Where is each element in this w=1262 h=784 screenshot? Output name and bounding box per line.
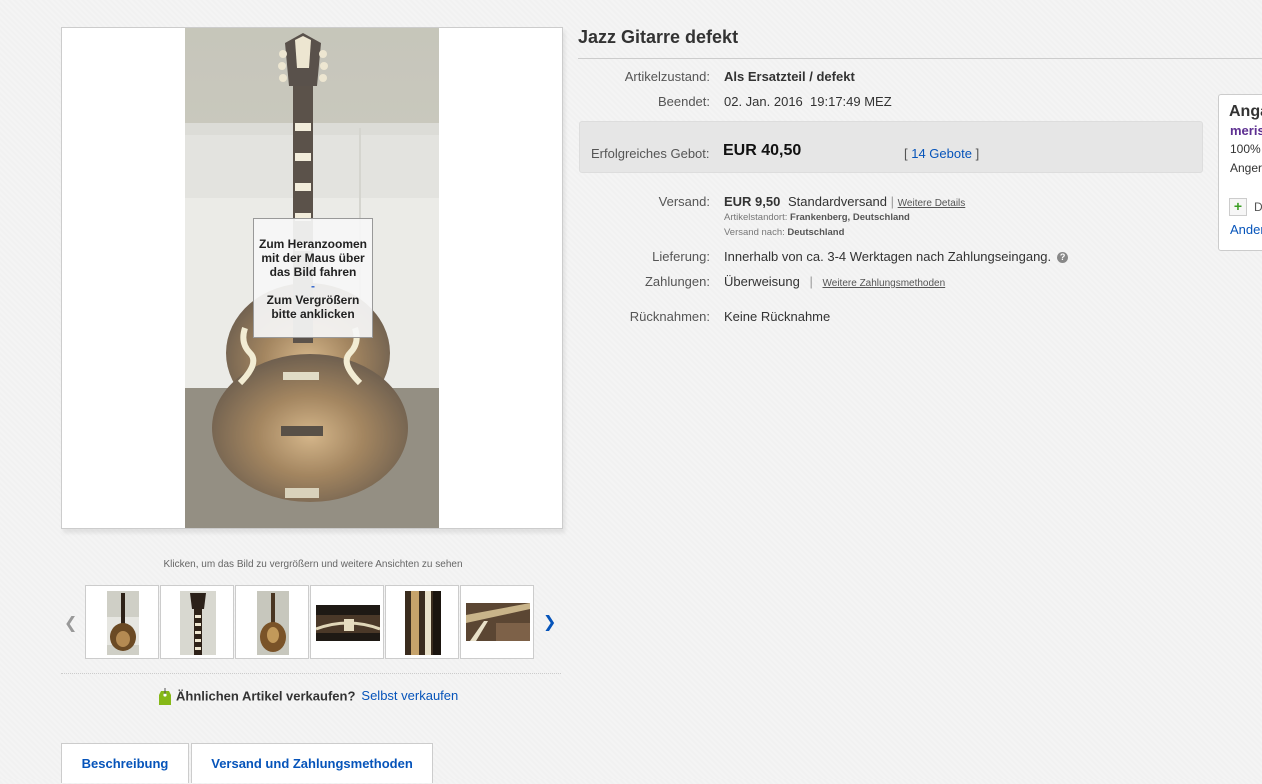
thumbnail-2[interactable] — [160, 585, 234, 659]
image-caption: Klicken, um das Bild zu vergrößern und w… — [163, 559, 463, 570]
winning-bid-price: EUR 40,50 — [723, 142, 802, 159]
shipping-separator: | — [890, 194, 895, 209]
item-location-value: Frankenberg, Deutschland — [790, 212, 910, 223]
zoom-hint-text-2: Zum Vergrößern bitte anklicken — [266, 293, 360, 321]
chevron-right-icon[interactable]: ❯ — [543, 612, 556, 632]
bid-history-link[interactable]: 14 Gebote — [911, 146, 972, 161]
tab-shipping-payment[interactable]: Versand und Zahlungsmethoden — [191, 743, 433, 783]
zoom-hint-separator: - — [311, 279, 315, 293]
seller-box-title: Anga — [1229, 103, 1262, 120]
condition-label: Artikelzustand: — [624, 69, 710, 84]
delivery-row: Innerhalb von ca. 3-4 Werktagen nach Zah… — [724, 249, 1069, 264]
thumb-guitar-detail — [466, 603, 530, 641]
sell-yourself-link[interactable]: Selbst verkaufen — [361, 688, 458, 703]
winning-bid-label: Erfolgreiches Gebot: — [591, 146, 710, 161]
payment-value: Überweisung — [724, 274, 800, 289]
ended-value: 02. Jan. 2016 19:17:49 MEZ — [724, 94, 892, 109]
thumb-guitar-side — [405, 591, 441, 655]
delivery-label: Lieferung: — [652, 249, 710, 264]
sell-similar-question: Ähnlichen Artikel verkaufen? — [176, 688, 356, 704]
main-image-panel[interactable]: Zum Heranzoomen mit der Maus über das Bi… — [61, 27, 563, 529]
shipping-price: EUR 9,50 — [724, 194, 781, 209]
payment-row: Überweisung | Weitere Zahlungsmethoden — [724, 274, 945, 289]
divider — [61, 673, 561, 674]
thumbnail-1[interactable] — [85, 585, 159, 659]
sell-similar-row: Ähnlichen Artikel verkaufen? Selbst verka… — [158, 688, 458, 706]
item-location: Artikelstandort: Frankenberg, Deutschlan… — [724, 212, 910, 223]
price-tag-icon — [159, 688, 171, 705]
thumb-guitar-front — [107, 591, 139, 655]
payment-methods-link[interactable]: Weitere Zahlungsmethoden — [823, 278, 946, 289]
bid-count: [ 14 Gebote ] — [904, 146, 979, 161]
thumbnail-5[interactable] — [385, 585, 459, 659]
help-icon[interactable]: ? — [1057, 252, 1069, 264]
seller-other-items-link[interactable]: Ander — [1230, 222, 1262, 237]
thumb-guitar-back — [257, 591, 289, 655]
seller-since: Anger — [1230, 161, 1262, 175]
thumb-guitar-bridge — [316, 605, 380, 641]
bid-bracket-close: ] — [971, 146, 980, 161]
ships-to: Versand nach: Deutschland — [724, 227, 844, 238]
title-divider — [578, 58, 1262, 59]
thumbnail-3[interactable] — [235, 585, 309, 659]
seller-name-link[interactable]: meris — [1230, 123, 1262, 138]
shipping-label: Versand: — [658, 194, 710, 209]
shipping-row: EUR 9,50 Standardversand | Weitere Detai… — [724, 194, 965, 209]
item-location-label: Artikelstandort: — [724, 212, 788, 223]
zoom-hint-overlay: Zum Heranzoomen mit der Maus über das Bi… — [253, 218, 373, 338]
add-favorite-seller-label[interactable]: D — [1254, 200, 1262, 214]
seller-rating: 100% — [1230, 142, 1261, 156]
thumbnail-4[interactable] — [310, 585, 384, 659]
chevron-left-icon[interactable]: ❮ — [64, 613, 77, 633]
returns-label: Rücknahmen: — [629, 309, 710, 324]
condition-value: Als Ersatzteil / defekt — [724, 69, 855, 84]
delivery-value: Innerhalb von ca. 3-4 Werktagen nach Zah… — [724, 249, 1052, 264]
ships-to-label: Versand nach: — [724, 227, 785, 238]
ended-label: Beendet: — [657, 94, 710, 109]
shipping-service: Standardversand — [788, 194, 888, 209]
thumbnail-6[interactable] — [460, 585, 534, 659]
thumb-guitar-neck — [180, 591, 216, 655]
returns-value: Keine Rücknahme — [724, 309, 831, 324]
add-favorite-seller-icon[interactable]: + — [1229, 198, 1247, 216]
ships-to-value: Deutschland — [787, 227, 845, 238]
shipping-details-link[interactable]: Weitere Details — [898, 198, 966, 209]
payment-label: Zahlungen: — [644, 274, 710, 289]
zoom-hint-text-1: Zum Heranzoomen mit der Maus über das Bi… — [258, 237, 367, 279]
tab-description[interactable]: Beschreibung — [61, 743, 189, 783]
payment-separator: | — [809, 274, 813, 289]
item-title: Jazz Gitarre defekt — [578, 27, 739, 47]
